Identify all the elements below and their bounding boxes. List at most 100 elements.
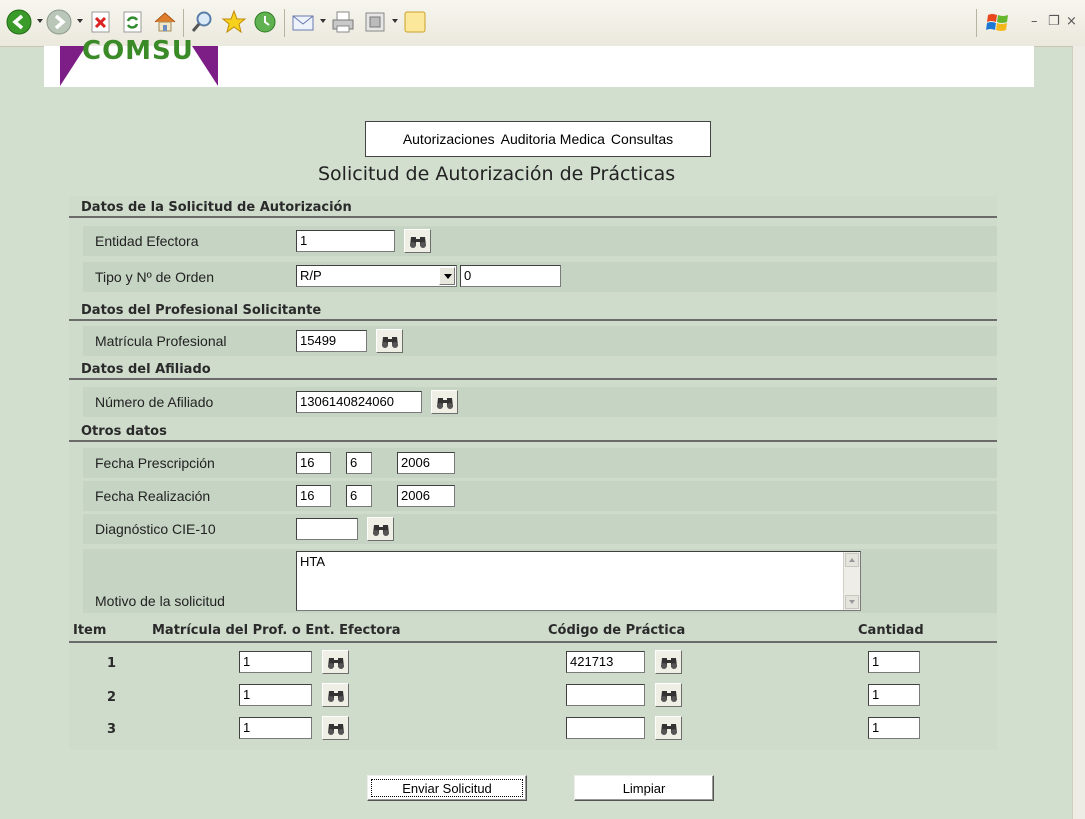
search-icon[interactable] <box>190 9 216 35</box>
menu-item-auditoria-medica[interactable]: Auditoria Medica <box>501 131 605 147</box>
binoculars-icon <box>327 691 344 702</box>
binoculars-icon <box>660 691 677 702</box>
refresh-icon[interactable] <box>120 9 146 35</box>
mail-icon[interactable] <box>290 9 316 35</box>
favorites-icon[interactable] <box>221 9 247 35</box>
search-afiliado-button[interactable] <box>431 390 458 414</box>
binoculars-icon <box>660 724 677 735</box>
binoculars-icon <box>372 525 389 536</box>
realizacion-year-input[interactable]: 2006 <box>397 485 455 507</box>
close-icon[interactable]: × <box>1066 14 1077 30</box>
search-matricula-button[interactable] <box>322 650 349 674</box>
row-codigo-input[interactable] <box>566 717 645 739</box>
label-entidad-efectora: Entidad Efectora <box>95 233 199 249</box>
history-icon[interactable] <box>252 9 278 35</box>
label-fecha-prescripcion: Fecha Prescripción <box>95 455 215 471</box>
label-matricula-profesional: Matrícula Profesional <box>95 333 227 349</box>
row-tipo-orden: Tipo y Nº de Orden R/P 0 <box>83 262 997 292</box>
restore-icon[interactable]: ❐ <box>1048 14 1060 30</box>
search-matricula-button[interactable] <box>322 683 349 707</box>
diagnostico-input[interactable] <box>296 518 358 540</box>
realizacion-day-input[interactable]: 16 <box>296 485 331 507</box>
enviar-solicitud-button[interactable]: Enviar Solicitud <box>367 775 527 801</box>
search-diagnostico-button[interactable] <box>367 517 394 541</box>
header-banner: COMSU <box>44 36 1034 87</box>
item-number: 3 <box>107 722 117 737</box>
prescripcion-day-input[interactable]: 16 <box>296 452 331 474</box>
row-motivo: Motivo de la solicitud HTA <box>83 549 997 613</box>
toolbar-separator <box>976 9 977 37</box>
row-matricula-input[interactable]: 1 <box>239 684 312 706</box>
item-number: 1 <box>107 656 117 671</box>
prescripcion-month-input[interactable]: 6 <box>346 452 372 474</box>
edit-icon[interactable] <box>362 9 388 35</box>
realizacion-month-input[interactable]: 6 <box>346 485 372 507</box>
header-codigo: Código de Práctica <box>548 623 686 638</box>
row-matricula-profesional: Matrícula Profesional 15499 <box>83 326 997 356</box>
entidad-efectora-input[interactable]: 1 <box>296 230 395 252</box>
menu-item-consultas[interactable]: Consultas <box>611 131 673 147</box>
row-cantidad-input[interactable]: 1 <box>868 684 920 706</box>
header-cantidad: Cantidad <box>858 623 924 638</box>
prescripcion-year-input[interactable]: 2006 <box>397 452 455 474</box>
row-cantidad-input[interactable]: 1 <box>868 717 920 739</box>
section-heading-otros: Otros datos <box>69 422 997 442</box>
toolbar-separator <box>284 9 285 37</box>
logo-right-shape <box>192 46 218 86</box>
label-numero-afiliado: Número de Afiliado <box>95 394 214 410</box>
search-matricula-button[interactable] <box>322 716 349 740</box>
motivo-scrollbar[interactable] <box>843 552 860 610</box>
home-icon[interactable] <box>152 9 178 35</box>
row-fecha-realizacion: Fecha Realización 16 6 2006 <box>83 481 997 511</box>
toolbar-separator <box>183 9 184 37</box>
chevron-down-icon[interactable] <box>439 267 455 285</box>
row-cantidad-input[interactable]: 1 <box>868 651 920 673</box>
tipo-orden-select[interactable]: R/P <box>296 265 457 287</box>
forward-dropdown-icon[interactable] <box>77 19 83 23</box>
binoculars-icon <box>436 398 453 409</box>
row-fecha-prescripcion: Fecha Prescripción 16 6 2006 <box>83 448 997 478</box>
row-matricula-input[interactable]: 1 <box>239 651 312 673</box>
numero-afiliado-input[interactable]: 1306140824060 <box>296 391 422 413</box>
search-entidad-button[interactable] <box>404 229 431 253</box>
binoculars-icon <box>660 658 677 669</box>
scroll-up-icon[interactable] <box>845 553 859 567</box>
binoculars-icon <box>409 237 426 248</box>
logo: COMSU <box>82 36 194 66</box>
row-diagnostico: Diagnóstico CIE-10 <box>83 514 997 544</box>
forward-icon[interactable] <box>46 9 72 35</box>
search-codigo-button[interactable] <box>655 716 682 740</box>
matricula-profesional-input[interactable]: 15499 <box>296 330 367 352</box>
label-fecha-realizacion: Fecha Realización <box>95 488 211 504</box>
numero-orden-input[interactable]: 0 <box>460 265 561 287</box>
windows-logo-icon <box>986 14 1008 31</box>
back-icon[interactable] <box>6 9 32 35</box>
header-item: Item <box>73 623 107 638</box>
stop-icon[interactable] <box>88 9 114 35</box>
motivo-textarea[interactable]: HTA <box>296 551 861 611</box>
binoculars-icon <box>327 658 344 669</box>
back-dropdown-icon[interactable] <box>37 19 43 23</box>
search-codigo-button[interactable] <box>655 683 682 707</box>
mail-dropdown-icon[interactable] <box>320 19 326 23</box>
page-scrollbar[interactable] <box>1072 46 1085 819</box>
menu-item-autorizaciones[interactable]: Autorizaciones <box>403 131 495 147</box>
search-profesional-button[interactable] <box>376 329 403 353</box>
row-codigo-input[interactable] <box>566 684 645 706</box>
scroll-down-icon[interactable] <box>845 595 859 609</box>
binoculars-icon <box>381 337 398 348</box>
edit-dropdown-icon[interactable] <box>392 19 398 23</box>
minimize-icon[interactable]: – <box>1031 14 1038 30</box>
row-matricula-input[interactable]: 1 <box>239 717 312 739</box>
limpiar-button[interactable]: Limpiar <box>574 775 714 801</box>
section-heading-afiliado: Datos del Afiliado <box>69 360 997 380</box>
row-codigo-input[interactable]: 421713 <box>566 651 645 673</box>
row-entidad-efectora: Entidad Efectora 1 <box>83 226 997 256</box>
binoculars-icon <box>327 724 344 735</box>
label-diagnostico: Diagnóstico CIE-10 <box>95 521 216 537</box>
search-codigo-button[interactable] <box>655 650 682 674</box>
print-icon[interactable] <box>330 9 356 35</box>
authorization-form: Datos de la Solicitud de Autorización En… <box>69 196 997 750</box>
motivo-text: HTA <box>300 554 326 569</box>
notes-icon[interactable] <box>402 9 428 35</box>
